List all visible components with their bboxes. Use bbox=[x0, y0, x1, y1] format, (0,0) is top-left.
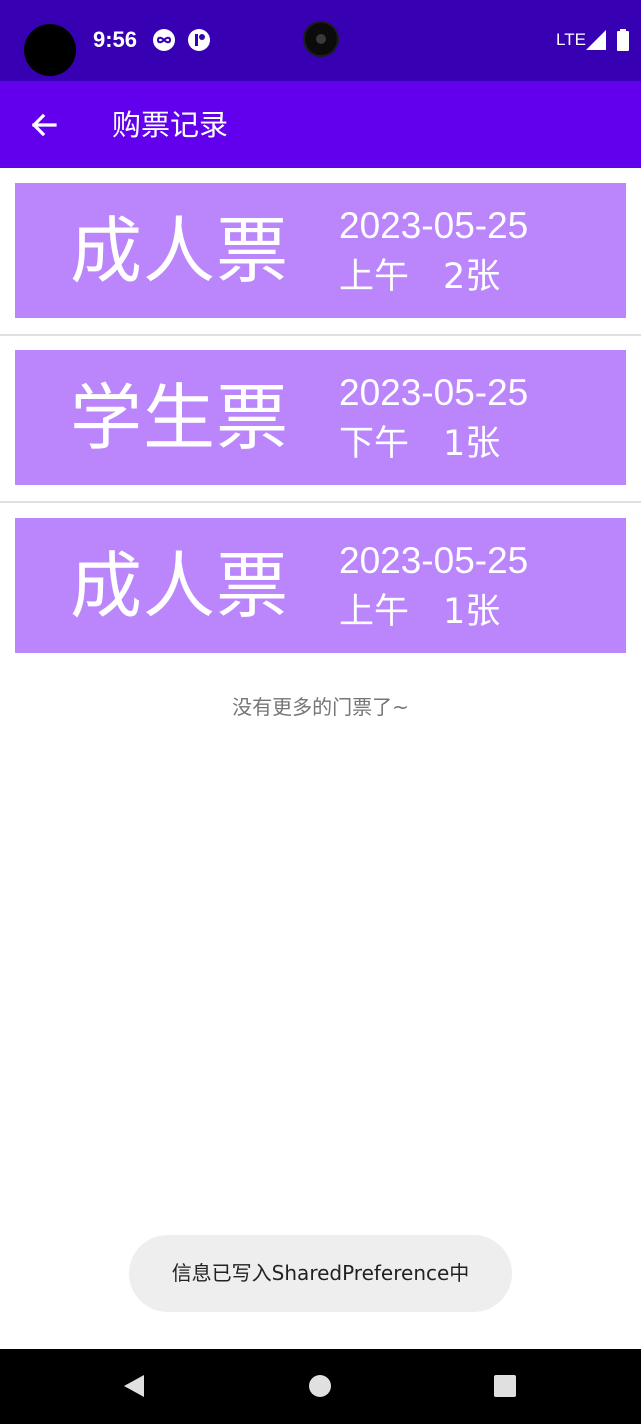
ticket-card[interactable]: 成人票 2023-05-25 上午 2张 bbox=[15, 183, 626, 318]
ticket-date: 2023-05-25 bbox=[339, 205, 529, 246]
display-cutout bbox=[24, 24, 76, 76]
system-nav-bar bbox=[0, 1349, 641, 1424]
ticket-detail: 上午 1张 bbox=[339, 590, 500, 634]
page-title: 购票记录 bbox=[112, 108, 229, 142]
ticket-quantity: 1张 bbox=[443, 592, 501, 632]
ticket-quantity: 2张 bbox=[443, 257, 501, 297]
front-camera bbox=[303, 21, 339, 57]
home-circle-icon[interactable] bbox=[308, 1374, 332, 1398]
ticket-period: 下午 bbox=[339, 424, 410, 464]
app-notification-icon bbox=[188, 29, 210, 51]
ticket-type: 成人票 bbox=[70, 544, 290, 628]
status-time: 9:56 bbox=[93, 27, 138, 52]
battery-icon bbox=[617, 29, 629, 51]
ticket-date: 2023-05-25 bbox=[339, 540, 529, 581]
ticket-card[interactable]: 学生票 2023-05-25 下午 1张 bbox=[15, 350, 626, 485]
toast-message: 信息已写入SharedPreference中 bbox=[129, 1235, 512, 1312]
signal-icon bbox=[586, 30, 606, 50]
ticket-list-item: 成人票 2023-05-25 上午 1张 bbox=[0, 503, 641, 671]
back-button[interactable] bbox=[22, 103, 66, 147]
back-triangle-icon[interactable] bbox=[120, 1372, 148, 1400]
status-bar: 9:56 LTE bbox=[0, 0, 641, 81]
ticket-period: 上午 bbox=[339, 257, 410, 297]
ticket-list-item: 成人票 2023-05-25 上午 2张 bbox=[0, 168, 641, 336]
ticket-type: 学生票 bbox=[70, 376, 290, 460]
ticket-period: 上午 bbox=[339, 592, 410, 632]
arrow-left-icon bbox=[31, 113, 57, 137]
ticket-list-item: 学生票 2023-05-25 下午 1张 bbox=[0, 335, 641, 503]
ticket-type: 成人票 bbox=[70, 209, 290, 293]
ticket-card[interactable]: 成人票 2023-05-25 上午 1张 bbox=[15, 518, 626, 653]
ticket-detail: 下午 1张 bbox=[339, 422, 500, 466]
ticket-detail: 上午 2张 bbox=[339, 255, 500, 299]
network-type: LTE bbox=[556, 30, 586, 49]
recents-square-icon[interactable] bbox=[493, 1374, 517, 1398]
ticket-date: 2023-05-25 bbox=[339, 372, 529, 413]
list-end-note: 没有更多的门票了~ bbox=[232, 695, 409, 719]
link-icon bbox=[153, 29, 175, 51]
ticket-quantity: 1张 bbox=[443, 424, 501, 464]
app-bar: 购票记录 bbox=[0, 81, 641, 168]
